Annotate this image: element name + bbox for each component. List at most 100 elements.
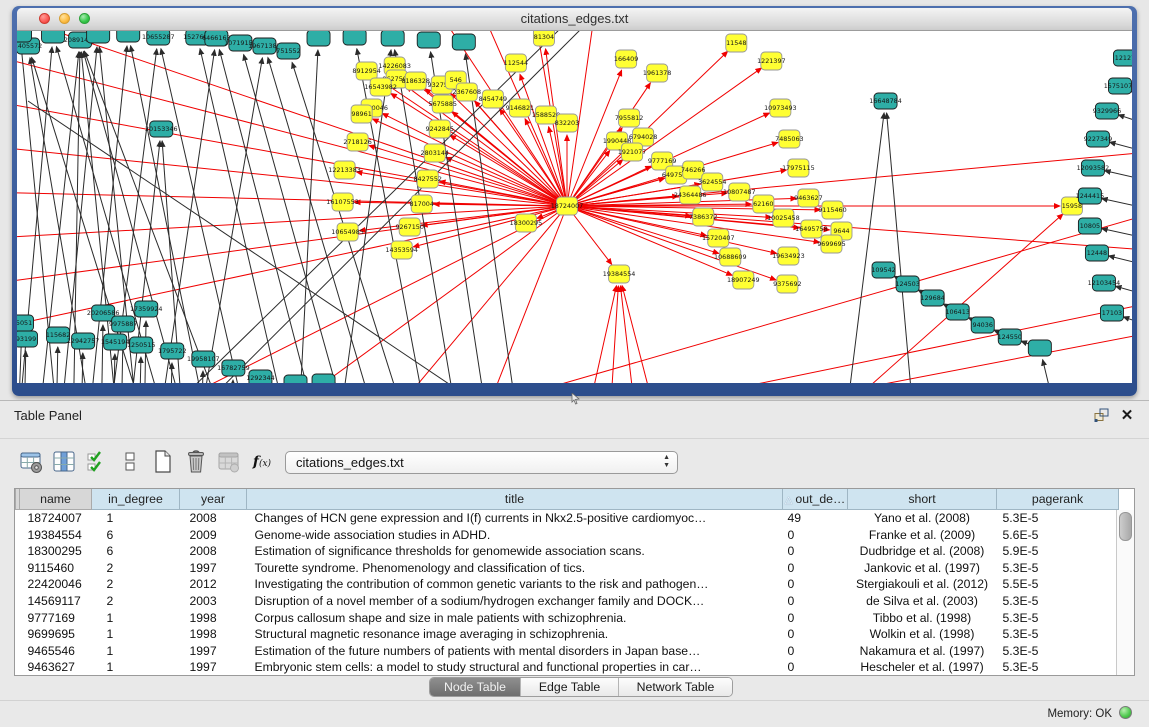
graph-node-7485063[interactable]: 7485063 [775,130,803,148]
network-view-window[interactable]: citations_edges.txt 18724007183002951938… [12,6,1137,396]
graph-node-17975115[interactable]: 17975115 [782,159,815,177]
graph-node-1545194[interactable]: 1545194 [101,334,129,350]
graph-node-19634923[interactable]: 19634923 [772,247,805,265]
graph-node-u12[interactable] [1028,340,1051,356]
cell-in_degree[interactable]: 6 [92,527,180,544]
graph-edge[interactable] [158,50,214,383]
graph-node-9463627[interactable]: 9463627 [794,189,822,207]
graph-edge[interactable] [567,206,776,280]
cell-title[interactable]: Disruption of a novel member of a sodium… [247,593,783,610]
graph-edge[interactable] [1109,256,1132,266]
function-builder-button[interactable]: f(x) [249,448,275,476]
graph-node-832203[interactable]: 832203 [555,114,579,132]
cell-out_degree[interactable]: 49 [783,510,848,527]
cell-pagerank[interactable]: 5.5E-5 [997,576,1119,593]
graph-node-17103[interactable]: 17103 [1100,305,1123,321]
graph-edge[interactable] [1105,171,1132,181]
cell-out_degree[interactable]: 0 [783,560,848,577]
graph-node-18907249[interactable]: 18907249 [727,271,760,289]
graph-node-2367608[interactable]: 2367608 [453,83,481,101]
column-header-in_degree[interactable]: in_degree [92,489,180,510]
graph-edge[interactable] [108,49,157,383]
graph-node-2803144[interactable]: 2803144 [421,144,449,162]
graph-node-8454749[interactable]: 8454749 [479,90,507,108]
cell-pagerank[interactable]: 5.9E-5 [997,543,1119,560]
graph-node-18300295[interactable]: 18300295 [510,214,543,232]
graph-node-12127[interactable]: 12127 [1113,50,1132,66]
zoom-window-button[interactable] [79,13,90,24]
table-row[interactable]: 1872400712008Changes of HCN gene express… [16,510,1119,527]
table-row[interactable]: 946362711997Embryonic stem cells: a mode… [16,659,1119,676]
graph-node-129684[interactable]: 129684 [920,290,944,306]
graph-edge[interactable] [844,113,884,383]
graph-node-9115460[interactable]: 9115460 [818,201,846,219]
cell-in_degree[interactable]: 2 [92,576,180,593]
graph-edge[interactable] [101,325,103,383]
table-row[interactable]: 969969511998Structural magnetic resonanc… [16,626,1119,643]
cell-title[interactable]: Estimation of the future numbers of pati… [247,643,783,660]
cell-title[interactable]: Corpus callosum shape and size in male p… [247,610,783,627]
cell-name[interactable]: 9465546 [20,643,92,660]
graph-edge[interactable] [1102,199,1132,209]
graph-edge[interactable] [1118,115,1132,126]
graph-edge[interactable] [479,206,567,383]
graph-node-u5[interactable] [307,31,330,46]
graph-node-u9[interactable] [452,34,475,50]
tab-node-table[interactable]: Node Table [430,678,520,696]
column-header-name[interactable]: name [20,489,92,510]
cell-pagerank[interactable]: 5.3E-5 [997,643,1119,660]
cell-title[interactable]: Tourette syndrome. Phenomenology and cla… [247,560,783,577]
graph-node-98961[interactable]: 98961 [351,105,372,123]
graph-node-1921077[interactable]: 1921077 [618,143,646,161]
graph-node-16107553[interactable]: 16107553 [326,193,359,211]
graph-node-124550[interactable]: 124550 [998,329,1022,345]
graph-node-u11[interactable] [312,374,335,383]
graph-node-94036[interactable]: 94036 [971,317,994,333]
cell-year[interactable]: 2003 [180,593,247,610]
graph-node-1244415[interactable]: 1244415 [1076,188,1104,204]
graph-node-u2[interactable] [42,31,65,43]
graph-node-1292344[interactable]: 1292344 [246,370,274,383]
graph-edge[interactable] [1110,142,1132,153]
graph-node-18724007[interactable]: 18724007 [551,197,584,215]
graph-node-1961378[interactable]: 1961378 [643,64,671,82]
graph-node-166409[interactable]: 166409 [614,50,638,68]
row-checks-button[interactable] [84,448,110,476]
cell-out_degree[interactable]: 0 [783,593,848,610]
graph-node-u7[interactable] [381,31,404,46]
table-row[interactable]: 946554611997Estimation of the future num… [16,643,1119,660]
graph-node-19384554[interactable]: 19384554 [603,265,636,283]
minimize-window-button[interactable] [59,13,70,24]
cell-title[interactable]: Genome-wide association studies in ADHD. [247,527,783,544]
graph-edge[interactable] [1043,360,1060,383]
graph-node-16782759[interactable]: 16782759 [217,360,250,376]
cell-name[interactable]: 9115460 [20,560,92,577]
graph-node-12942757[interactable]: 12942757 [67,333,100,349]
graph-node-1221397[interactable]: 1221397 [757,52,785,70]
cell-name[interactable]: 9777169 [20,610,92,627]
network-selector[interactable]: citations_edges.txt ▲▼ [285,451,678,474]
column-header-year[interactable]: year [180,489,247,510]
cell-short[interactable]: Hescheler et al. (1997) [848,659,997,676]
cell-name[interactable]: 19384554 [20,527,92,544]
table-row[interactable]: 1830029562008Estimation of significance … [16,543,1119,560]
cell-short[interactable]: Dudbridge et al. (2008) [848,543,997,560]
graph-node-85051[interactable]: 85051 [17,315,34,331]
column-header-short[interactable]: short [848,489,997,510]
new-document-button[interactable] [150,448,176,476]
cell-short[interactable]: Stergiakouli et al. (2012) [848,576,997,593]
graph-node-12448[interactable]: 12448 [1085,245,1108,261]
table-row[interactable]: 977716911998Corpus callosum shape and si… [16,610,1119,627]
cell-year[interactable]: 2008 [180,543,247,560]
graph-edge[interactable] [1123,317,1132,326]
graph-node-9242845[interactable]: 9242845 [426,120,454,138]
graph-node-7955812[interactable]: 7955812 [615,109,643,127]
table-scrollbar[interactable] [1116,510,1134,675]
close-window-button[interactable] [39,13,50,24]
cell-year[interactable]: 1997 [180,560,247,577]
graph-node-16648784[interactable]: 16648784 [869,93,902,109]
cell-in_degree[interactable]: 2 [92,593,180,610]
cell-pagerank[interactable]: 5.3E-5 [997,626,1119,643]
graph-node-u8[interactable] [417,32,440,48]
graph-node-62160[interactable]: 62160 [753,195,774,213]
